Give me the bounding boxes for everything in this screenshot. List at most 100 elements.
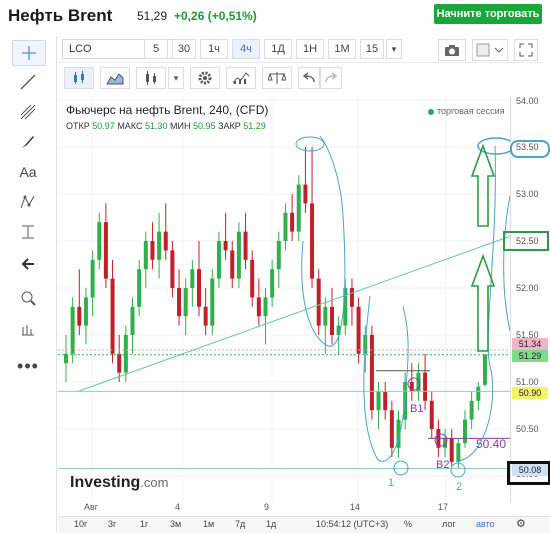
magnet-icon[interactable] — [12, 318, 44, 342]
interval-30[interactable]: 30 — [172, 39, 196, 59]
candle-body — [263, 297, 268, 317]
candle-body — [216, 241, 221, 279]
legend-open-value: 50.97 — [92, 121, 115, 131]
price-chart-svg: B1 B2 1 2 50.40 — [58, 96, 510, 502]
price-label: 50.50 — [516, 424, 539, 434]
range-1m[interactable]: 1м — [203, 519, 214, 529]
interval-1d[interactable]: 1Д — [264, 39, 292, 59]
time-label: 4 — [175, 502, 181, 512]
annotation-arrow-lower — [470, 253, 496, 352]
legend-open-label: ОТКР — [66, 121, 90, 131]
chart-legend-title: Фьючерс на нефть Brent, 240, (CFD) — [66, 103, 269, 117]
compare-scales-icon[interactable] — [262, 67, 292, 89]
auto-toggle[interactable]: авто — [476, 519, 495, 529]
interval-1h[interactable]: 1ч — [200, 39, 228, 59]
text-icon[interactable]: Aa — [12, 160, 44, 184]
candle-body — [449, 438, 454, 462]
candle-body — [276, 241, 281, 270]
settings-gear-icon[interactable] — [190, 67, 220, 89]
candle-body — [197, 269, 201, 307]
instrument-title: Нефть Brent — [8, 6, 113, 25]
candle-body — [143, 241, 148, 270]
undo-icon[interactable] — [298, 67, 320, 89]
price-tag-upper: 51.34 — [512, 338, 548, 350]
candle-body — [423, 372, 428, 401]
candle-body — [130, 306, 135, 335]
chart-type-dropdown-icon[interactable]: ▾ — [168, 67, 184, 89]
candle-body — [110, 278, 115, 354]
measure-icon[interactable] — [12, 220, 44, 244]
settings-icon[interactable]: ⚙ — [516, 517, 526, 530]
interval-custom[interactable]: 15 — [360, 39, 384, 59]
interval-1w[interactable]: 1Н — [296, 39, 324, 59]
zoom-icon[interactable] — [12, 286, 44, 310]
candle-body — [77, 306, 82, 326]
candle-body — [230, 250, 235, 279]
symbol-input[interactable]: LCO — [62, 39, 190, 59]
logo-text: Investing — [70, 474, 141, 491]
price-label: 51.00 — [516, 377, 539, 387]
clock-time: 10:54:12 (UTC+3) — [316, 519, 389, 529]
trend-line — [77, 235, 510, 392]
candle-body — [236, 231, 241, 279]
time-label: 14 — [350, 502, 361, 512]
candle-body — [389, 410, 394, 448]
candle-body — [250, 259, 255, 298]
candle-body — [356, 306, 361, 354]
legend-low-label: МИН — [170, 121, 191, 131]
fullscreen-icon[interactable] — [514, 39, 538, 61]
annotation-label-b1: B1 — [410, 403, 423, 415]
candle-body — [103, 222, 108, 279]
legend-low-value: 50.95 — [193, 121, 216, 131]
candle-body — [476, 386, 481, 401]
candle-body — [349, 288, 354, 307]
candles-icon[interactable] — [64, 67, 94, 89]
interval-4h[interactable]: 4ч — [232, 39, 260, 59]
pattern-icon[interactable] — [12, 190, 44, 214]
interval-dropdown-icon[interactable]: ▾ — [386, 39, 402, 59]
arrow-left-icon[interactable] — [12, 252, 44, 276]
interval-1m[interactable]: 1М — [328, 39, 356, 59]
candle-body — [70, 306, 75, 354]
candle-body — [296, 184, 301, 232]
time-axis[interactable]: Авг 4 9 14 17 — [58, 502, 510, 514]
range-1d[interactable]: 1д — [266, 519, 276, 529]
redo-icon[interactable] — [320, 67, 342, 89]
start-trading-button[interactable]: Начните торговать — [434, 4, 542, 24]
candle-body — [290, 212, 295, 232]
range-7d[interactable]: 7д — [235, 519, 245, 529]
range-1y[interactable]: 1г — [140, 519, 148, 529]
range-3m[interactable]: 3м — [170, 519, 181, 529]
area-chart-icon[interactable] — [100, 67, 130, 89]
legend-close-label: ЗАКР — [218, 121, 241, 131]
interval-5[interactable]: 5 — [144, 39, 168, 59]
price-label: 52.00 — [516, 283, 539, 293]
annotation-ellipse-top — [295, 136, 325, 152]
color-picker-button[interactable] — [472, 39, 508, 61]
annotation-arrow-upper — [470, 143, 496, 227]
range-10y[interactable]: 10г — [74, 519, 87, 529]
candle-body — [463, 419, 467, 444]
trend-line-icon[interactable] — [12, 70, 44, 94]
price-tag-level: 50.90 — [512, 387, 548, 399]
crosshair-icon[interactable] — [12, 40, 46, 66]
candle-body — [283, 212, 288, 241]
annotation-curve-right — [457, 145, 496, 462]
annotation-label-2: 2 — [456, 481, 462, 493]
camera-icon[interactable] — [438, 39, 466, 61]
indicators-icon[interactable] — [226, 67, 256, 89]
chart-canvas[interactable]: B1 B2 1 2 50.40 — [58, 96, 510, 502]
pitchfork-icon[interactable] — [12, 100, 44, 124]
price-change: +0,26 (+0,51%) — [174, 9, 257, 23]
log-toggle[interactable]: лог — [442, 519, 456, 529]
brush-icon[interactable] — [12, 130, 44, 154]
bars-icon[interactable] — [136, 67, 166, 89]
candle-body — [157, 231, 162, 260]
range-3y[interactable]: 3г — [108, 519, 116, 529]
candle-body — [270, 269, 275, 298]
price-box-52-50 — [503, 231, 549, 251]
more-icon[interactable]: ••• — [12, 354, 44, 378]
candle-body — [190, 269, 195, 288]
candle-body — [210, 278, 215, 326]
percent-toggle[interactable]: % — [404, 519, 412, 529]
